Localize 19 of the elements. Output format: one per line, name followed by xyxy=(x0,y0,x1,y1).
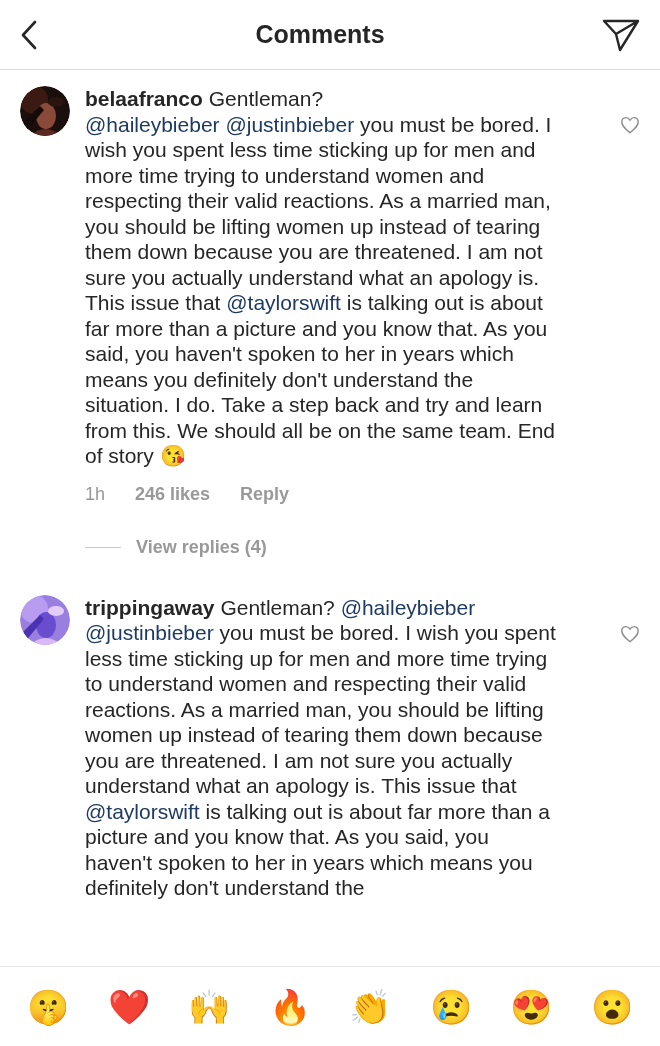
page-title: Comments xyxy=(255,18,385,50)
view-replies-link[interactable]: View replies (4) xyxy=(136,533,267,561)
emoji-button[interactable]: 😮 xyxy=(586,989,637,1024)
comment-text: belaafranco Gentleman? @haileybieber @justinbieber you must be bored. I wish you spent less time sticking up for men and more time trying to understand women and respecting their valid reactions. As a married man, you should be lifting women up instead of tearing them down because you are threatened. I am not sure you actually understand what an apology is. This issue that @taylorswift is talking out is about far more than a picture and you know that. As you said, you haven't spoken to her in years which means you definitely don't understand the situation. I do. Take a step back and try and learn from this. We should all be on the same team. End of story 😘 xyxy=(85,86,557,469)
emoji-button[interactable]: ❤ xyxy=(103,989,154,1024)
emoji-button[interactable]: 👏 xyxy=(345,989,396,1024)
heart-icon[interactable] xyxy=(620,624,640,643)
comment-time: 1h xyxy=(85,482,106,506)
heart-icon[interactable] xyxy=(620,116,640,134)
likes-link[interactable]: 246 likes xyxy=(135,480,211,508)
emoji-button[interactable]: 🔥 xyxy=(264,989,315,1024)
emoji-button[interactable]: 🤫 xyxy=(23,989,74,1024)
reply-link[interactable]: Reply xyxy=(240,480,290,508)
emoji-button[interactable]: 🙌 xyxy=(184,989,235,1024)
emoji-button[interactable]: 😢 xyxy=(425,989,476,1024)
back-icon[interactable] xyxy=(20,19,38,50)
emoji-button[interactable]: 😍 xyxy=(506,989,557,1024)
comment-text: trippingaway Gentleman? @haileybieber @justinbieber you must be bored. I wish you spent less time sticking up for men and more time trying to understand women and respecting their valid reactions. As a married man, you should be lifting women up instead of tearing them down because you are threatened. I am not sure you actually understand what an apology is. This issue that @taylorswift is talking out is about far more than a picture and you know that. As you said, you haven't spoken to her in years which means you definitely don't understand the xyxy=(85,594,557,901)
paper-plane-icon[interactable] xyxy=(602,17,640,52)
